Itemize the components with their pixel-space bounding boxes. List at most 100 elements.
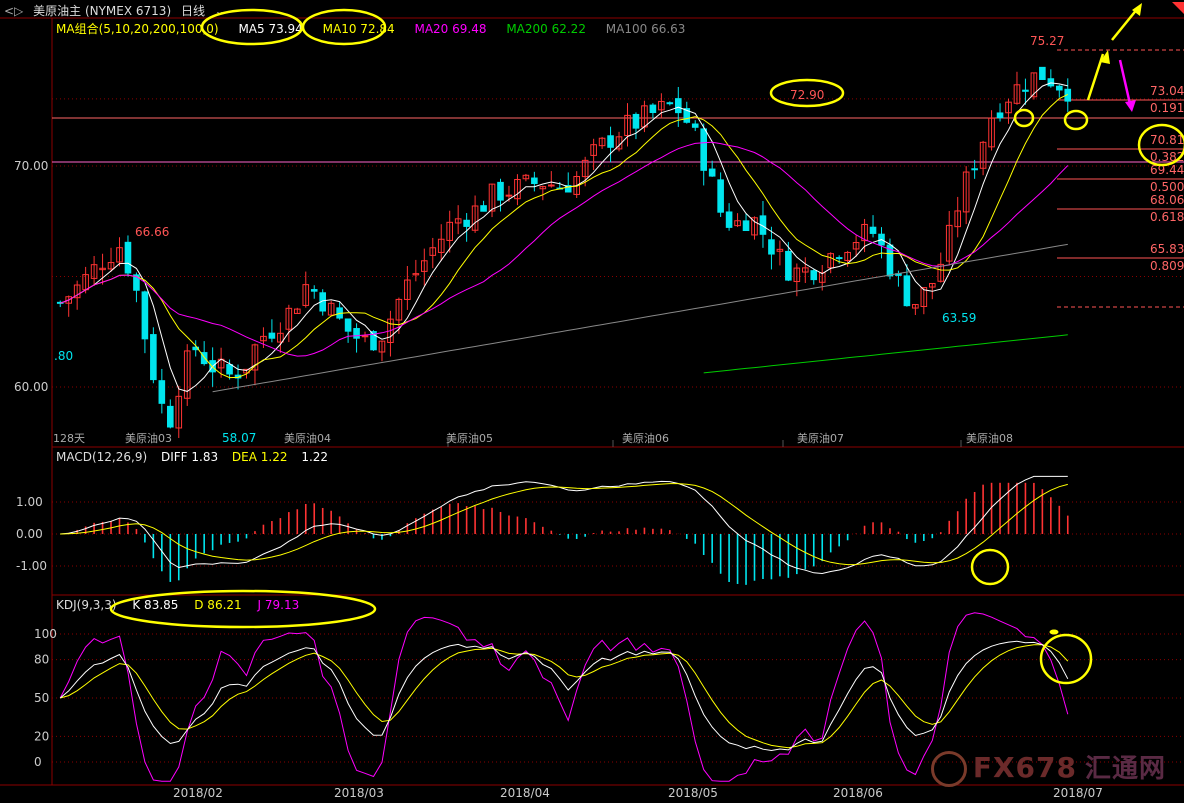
kdj-tick-label: 0 bbox=[34, 755, 42, 769]
date-tick-label: 2018/04 bbox=[500, 786, 550, 800]
date-tick-label: 2018/05 bbox=[668, 786, 718, 800]
fib-ratio-label: 0.500 bbox=[1150, 180, 1184, 194]
candle-down bbox=[632, 113, 640, 129]
ma10-line bbox=[60, 93, 1069, 379]
highlight-dot bbox=[1049, 629, 1059, 635]
candle-down bbox=[226, 364, 233, 375]
contract-label: 美原油08 bbox=[966, 431, 1013, 445]
candle-down bbox=[835, 257, 843, 260]
date-tick-label: 2018/03 bbox=[334, 786, 384, 800]
annotations: 75.27 72.90 66.66 58.07 63.59 .80 bbox=[54, 2, 1184, 685]
low-jun-label: 63.59 bbox=[942, 311, 976, 325]
price-chart[interactable]: 73.040.19170.810.38269.440.50068.060.618… bbox=[0, 0, 1184, 803]
kdj-k-line bbox=[59, 640, 1069, 752]
highlight-ellipse bbox=[301, 8, 387, 46]
price-tick-label: 70.00 bbox=[14, 159, 48, 173]
fib-ratio-label: 0.618 bbox=[1150, 210, 1184, 224]
magenta-arrow-down-line bbox=[1118, 59, 1132, 105]
candle-down bbox=[742, 220, 750, 232]
candle-down bbox=[785, 250, 792, 281]
candle-down bbox=[167, 405, 174, 428]
macd-tick-label: 1.00 bbox=[16, 495, 43, 509]
candle-down bbox=[463, 219, 470, 227]
left-edge-label: .80 bbox=[54, 349, 73, 363]
candle-down bbox=[903, 275, 911, 307]
candle-down bbox=[691, 123, 699, 128]
watermark-cn: 汇通网 bbox=[1084, 754, 1166, 784]
candle-down bbox=[150, 334, 157, 381]
macd-dea-line bbox=[60, 483, 1068, 566]
candle-down bbox=[717, 179, 724, 213]
candle-up bbox=[361, 335, 369, 338]
contract-label: 美原油05 bbox=[446, 431, 493, 445]
candle-down bbox=[725, 211, 733, 228]
candle-down bbox=[344, 318, 352, 332]
watermark: FX678 汇通网 bbox=[930, 748, 1166, 787]
fx678-logo-icon bbox=[930, 751, 967, 787]
contract-label: 128天 bbox=[53, 432, 85, 445]
candle-down bbox=[810, 270, 818, 281]
candle-down bbox=[497, 181, 504, 201]
date-tick-label: 2018/06 bbox=[833, 786, 883, 800]
fib-ratio-label: 0.191 bbox=[1150, 101, 1184, 115]
candle-down bbox=[124, 241, 132, 274]
contract-label: 美原油06 bbox=[622, 431, 669, 445]
candle-down bbox=[700, 128, 708, 171]
candlestick-series bbox=[56, 66, 1072, 438]
candle-down bbox=[480, 205, 487, 212]
macd-diff-line bbox=[60, 475, 1068, 575]
candle-down bbox=[531, 177, 538, 185]
candle-down bbox=[268, 332, 276, 339]
candle-down bbox=[869, 226, 877, 234]
candle-down bbox=[1056, 85, 1063, 91]
kdj-tick-label: 80 bbox=[34, 653, 49, 667]
candle-down bbox=[996, 112, 1004, 119]
candle-down bbox=[141, 291, 149, 340]
date-tick-label: 2018/07 bbox=[1053, 786, 1103, 800]
moving-average-lines bbox=[60, 82, 1069, 393]
fib-price-label: 68.06 bbox=[1150, 193, 1184, 207]
candle-down bbox=[666, 102, 674, 105]
kdj-tick-label: 50 bbox=[34, 691, 49, 705]
macd-panel bbox=[60, 475, 1069, 585]
highlight-ellipse bbox=[970, 548, 1010, 586]
fib-price-label: 73.04 bbox=[1150, 84, 1184, 98]
kdj-tick-label: 20 bbox=[34, 729, 49, 743]
candle-down bbox=[607, 135, 614, 148]
candle-up bbox=[505, 194, 513, 197]
candle-down bbox=[158, 380, 166, 404]
peak-high-label: 75.27 bbox=[1030, 34, 1064, 48]
axes: 70.00 60.00 1.00 0.00 -1.00 100 80 50 20 0 2018/02… bbox=[14, 159, 1103, 800]
macd-tick-label: 0.00 bbox=[16, 527, 43, 541]
fib-ratio-label: 0.809 bbox=[1150, 259, 1184, 273]
watermark-text: FX678 bbox=[972, 751, 1077, 784]
candle-down bbox=[310, 289, 318, 292]
highlight-ellipse bbox=[200, 8, 304, 46]
highlight-ellipse bbox=[109, 589, 377, 629]
ma200-line bbox=[703, 334, 1068, 374]
highlight-ellipse bbox=[1063, 109, 1089, 131]
candle-down bbox=[675, 98, 682, 114]
left-high-label: 66.66 bbox=[135, 225, 169, 239]
ma5-line bbox=[60, 82, 1068, 392]
candle-down bbox=[1047, 78, 1055, 87]
candle-down bbox=[1039, 66, 1046, 80]
date-tick-label: 2018/02 bbox=[173, 786, 223, 800]
contract-label: 美原油04 bbox=[284, 431, 331, 445]
kdj-d-line bbox=[60, 644, 1069, 749]
mid-high-label: 72.90 bbox=[790, 88, 824, 102]
corner-marker bbox=[1172, 2, 1184, 14]
contract-label: 美原油07 bbox=[797, 431, 844, 445]
yellow-arrow-long-line bbox=[1111, 7, 1139, 41]
kdj-panel bbox=[59, 612, 1069, 782]
magenta-arrow-head bbox=[1125, 100, 1136, 112]
macd-tick-label: -1.00 bbox=[16, 559, 47, 573]
candle-down bbox=[768, 239, 775, 255]
candle-down bbox=[971, 168, 978, 171]
contract-label: 美原油03 bbox=[125, 431, 172, 445]
ma20-line bbox=[60, 141, 1069, 357]
candle-down bbox=[708, 168, 716, 177]
candle-down bbox=[1022, 89, 1029, 92]
low-feb-label: 58.07 bbox=[222, 431, 256, 445]
candle-down bbox=[353, 328, 360, 339]
